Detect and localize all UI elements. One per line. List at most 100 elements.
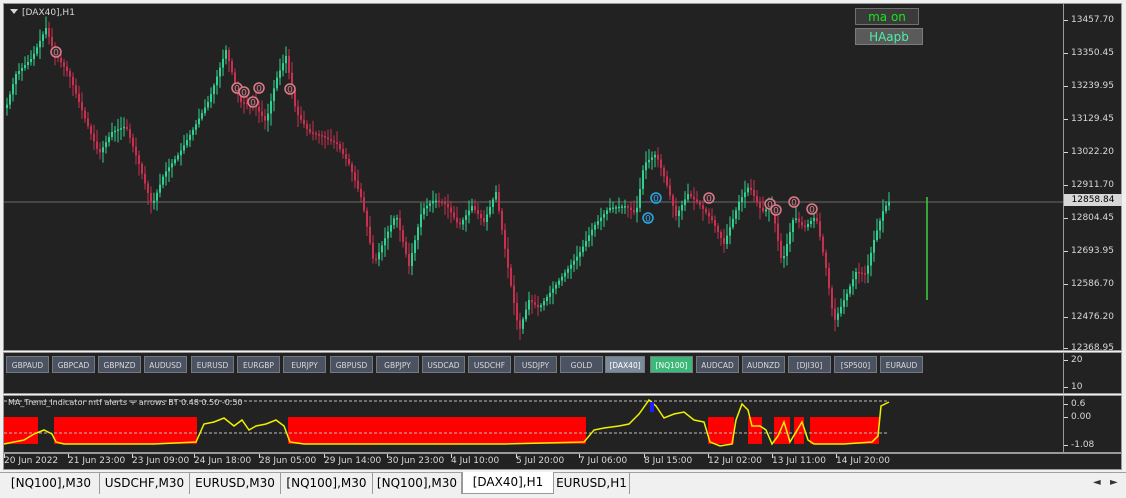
symbol-button[interactable]: [DAX40] [605,356,645,373]
symbol-button[interactable]: EURGBP [237,356,280,373]
chart-tab[interactable]: [NQ100],M30 [373,473,462,494]
symbol-button[interactable]: AUDCAD [696,356,739,373]
symbol-button[interactable]: AUDNZD [742,356,785,373]
price-axis[interactable]: 13457.70 13350.45 13239.95 13129.45 13022.20… [1064,3,1122,353]
candle-body [669,185,671,196]
time-axis-label: 7 Jul 06:00 [579,454,628,466]
chart-title: [DAX40],H1 [10,8,75,18]
candle-body [51,37,53,46]
candle-body [432,200,434,204]
sell-signal-label: 0 [53,49,59,59]
candle-body [420,214,422,228]
candle-body [18,71,20,74]
candle-body [666,176,668,186]
candle-body [165,171,167,177]
candle-body [96,141,98,149]
candle-body [33,53,35,59]
symbol-button[interactable]: GBPNZD [98,356,141,373]
candle-body [459,222,461,225]
candle-body [357,180,359,189]
candle-body [309,128,311,133]
candle-body [102,147,104,153]
candle-body [720,232,722,238]
symbol-button[interactable]: USDJPY [514,356,557,373]
chart-tab[interactable]: [NQ100],M30 [281,473,373,494]
candle-body [93,133,95,142]
dropdown-triangle-icon[interactable] [10,9,18,14]
candle-body [135,146,137,156]
haapb-button[interactable]: HAapb [855,28,923,45]
candle-body [450,207,452,213]
candle-body [129,128,131,138]
candle-body [483,218,485,222]
symbol-button[interactable]: GBPJPY [376,356,419,373]
candle-body [657,154,659,160]
price-axis-tick: 13239.95 [1064,81,1114,91]
candle-body [417,227,419,241]
candle-body [114,130,116,133]
tab-scroll-right-icon[interactable]: ► [1110,477,1118,488]
chart-tab[interactable]: USDCHF,M30 [100,473,190,494]
candle-body [579,252,581,257]
symbol-button[interactable]: GBPAUD [6,356,49,373]
time-axis-label: 21 Jun 23:00 [68,454,126,466]
symbol-button[interactable]: USDCAD [422,356,465,373]
candle-body [339,144,341,149]
candle-body [813,218,815,221]
candle-body [615,207,617,209]
candle-body [9,94,11,105]
candle-body [6,104,8,108]
candle-body [729,227,731,236]
symbol-button[interactable]: [SP500] [834,356,877,373]
candle-body [207,101,209,108]
indicator-axis-tick: -1.08 [1063,440,1095,450]
candle-body [633,210,635,213]
candle-body [759,202,761,208]
candle-body [27,62,29,65]
tab-scroll-left-icon[interactable]: ◄ [1093,477,1101,488]
candle-body [108,137,110,143]
symbol-button[interactable]: [DJI30] [788,356,831,373]
symbol-button[interactable]: GOLD [560,356,603,373]
candle-body [675,205,677,216]
candle-body [714,220,716,226]
candle-body [687,194,689,200]
candle-body [399,218,401,230]
indicator-panel[interactable]: MA_Trend_Indicator mtf alerts + arrows B… [3,395,1064,453]
symbol-button[interactable]: GBPUSD [330,356,373,373]
symbol-button[interactable]: EURJPY [283,356,326,373]
symbol-button[interactable]: GBPCAD [52,356,95,373]
candle-body [393,218,395,225]
time-axis[interactable]: 20 Jun 2022 21 Jun 23:00 23 Jun 09:00 24 Ju… [3,453,1122,470]
candle-body [876,230,878,240]
candle-body [426,205,428,209]
candle-body [318,134,320,136]
indicator-bearish-zone [794,417,804,444]
ma-on-button[interactable]: ma on [855,8,919,25]
time-axis-label: 20 Jun 2022 [4,454,59,466]
candle-body [834,308,836,320]
candle-body [84,110,86,119]
candle-body [12,84,14,95]
time-axis-label: 5 Jul 20:00 [516,454,565,466]
price-chart-panel[interactable]: 0000000000000 [DAX40],H1 ma on HAapb [3,3,1064,351]
symbol-button[interactable]: EURAUD [880,356,923,373]
candle-body [141,164,143,174]
candle-body [87,118,89,127]
candle-body [564,272,566,277]
candle-body [324,136,326,138]
symbol-button[interactable]: EURUSD [191,356,234,373]
candle-body [360,188,362,198]
chart-tab[interactable]: [DAX40],H1 [462,472,554,494]
buy-signal-label: 0 [653,195,659,205]
candlestick-chart[interactable]: 00 000 00000000 [4,4,1064,351]
symbol-button[interactable]: USDCHF [468,356,511,373]
symbol-button[interactable]: AUDUSD [144,356,187,373]
chart-tab[interactable]: EURUSD,M30 [190,473,281,494]
candle-body [444,202,446,205]
symbol-button[interactable]: [NQ100] [650,356,693,373]
chart-tab[interactable]: [NQ100],M30 [3,473,100,494]
chart-tab[interactable]: EURUSD,H1 [554,473,630,494]
candle-body [654,154,656,158]
candle-body [489,207,491,215]
